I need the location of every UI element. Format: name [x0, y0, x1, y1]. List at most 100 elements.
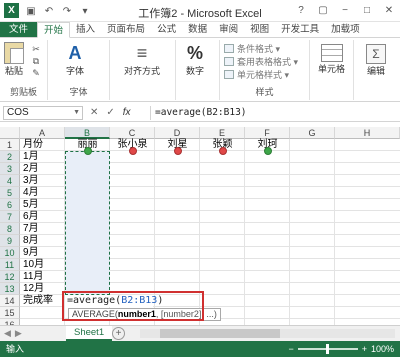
tab-insert[interactable]: 插入 [70, 22, 101, 37]
cell-a4[interactable]: 3月 [21, 175, 39, 187]
zoom-slider[interactable] [297, 344, 358, 354]
number-group: % 数字 [176, 40, 220, 100]
formula-input[interactable]: =average(B2:B13) [150, 106, 397, 120]
alignment-button[interactable]: ≡ 对齐方式 [124, 42, 160, 77]
cell-a2[interactable]: 1月 [21, 151, 39, 163]
styles-group-label: 样式 [255, 87, 274, 97]
row-header-13[interactable]: 13 [0, 283, 20, 295]
row-header-9[interactable]: 9 [0, 235, 20, 247]
selected-range-b2-b13[interactable] [65, 151, 110, 295]
percent-icon: % [187, 43, 204, 63]
editing-label: 编辑 [366, 66, 385, 76]
tab-page-layout[interactable]: 页面布局 [101, 22, 151, 37]
cell-a12[interactable]: 11月 [21, 271, 43, 283]
row-header-3[interactable]: 3 [0, 163, 20, 175]
cells-button[interactable]: 单元格 [318, 44, 345, 75]
minimize-button[interactable]: − [334, 0, 356, 20]
horizontal-scrollbar[interactable] [140, 329, 395, 338]
row-header-5[interactable]: 5 [0, 187, 20, 199]
cell-a9[interactable]: 8月 [21, 235, 39, 247]
paste-button[interactable]: 粘贴 [4, 42, 24, 77]
tab-view[interactable]: 视图 [244, 22, 275, 37]
cell-a8[interactable]: 7月 [21, 223, 39, 235]
cell-a1[interactable]: 月份 [21, 139, 64, 151]
tab-developer[interactable]: 开发工具 [275, 22, 325, 37]
previous-sheet-icon[interactable]: ◀ [4, 328, 11, 339]
tab-addins[interactable]: 加载项 [325, 22, 366, 37]
column-header-b[interactable]: B [65, 127, 110, 139]
cell-a6[interactable]: 5月 [21, 199, 39, 211]
copy-icon[interactable]: ⧉ [30, 56, 42, 66]
name-box[interactable]: COS ▼ [3, 106, 83, 120]
select-all-corner[interactable] [0, 127, 20, 139]
row-header-12[interactable]: 12 [0, 271, 20, 283]
status-bar: 输入 − + 100% [0, 341, 400, 357]
cell-a11[interactable]: 10月 [21, 259, 44, 271]
cell-a3[interactable]: 2月 [21, 163, 39, 175]
maximize-button[interactable]: □ [356, 0, 378, 20]
row-header-15[interactable]: 15 [0, 307, 20, 319]
enter-icon[interactable]: ✓ [106, 106, 114, 120]
row-header-14[interactable]: 14 [0, 295, 20, 307]
conditional-formatting-button[interactable]: 条件格式 ▾ [224, 42, 280, 55]
column-header-h[interactable]: H [335, 127, 400, 139]
tab-file[interactable]: 文件 [0, 22, 38, 37]
paste-label: 粘贴 [4, 66, 23, 76]
new-sheet-button[interactable]: + [112, 327, 125, 340]
title-bar: X ▣ ↶ ↷ ▾ 工作簿2 - Microsoft Excel ? ▢ − □… [0, 0, 400, 22]
zoom-out-icon[interactable]: − [288, 341, 293, 357]
column-header-d[interactable]: D [155, 127, 200, 139]
font-group: A 字体 字体 [48, 40, 110, 100]
column-header-a[interactable]: A [20, 127, 65, 139]
column-header-c[interactable]: C [110, 127, 155, 139]
row-header-2[interactable]: 2 [0, 151, 20, 163]
row-header-10[interactable]: 10 [0, 247, 20, 259]
close-button[interactable]: ✕ [378, 0, 400, 20]
column-header-f[interactable]: F [245, 127, 290, 139]
cell-a13[interactable]: 12月 [21, 283, 44, 295]
zoom-slider-knob[interactable] [325, 344, 329, 354]
gridline [334, 139, 335, 331]
help-button[interactable]: ? [290, 0, 312, 20]
row-header-1[interactable]: 1 [0, 139, 20, 151]
cell-a5[interactable]: 4月 [21, 187, 39, 199]
column-header-e[interactable]: E [200, 127, 245, 139]
tab-data[interactable]: 数据 [182, 22, 213, 37]
row-header-8[interactable]: 8 [0, 223, 20, 235]
alignment-group: ≡ 对齐方式 [110, 40, 176, 100]
insert-function-icon[interactable]: fx [123, 106, 131, 120]
column-header-g[interactable]: G [290, 127, 335, 139]
clipboard-group-label: 剪贴板 [9, 87, 37, 97]
row-header-7[interactable]: 7 [0, 211, 20, 223]
cancel-icon[interactable]: ✕ [90, 106, 98, 120]
tab-formulas[interactable]: 公式 [151, 22, 182, 37]
zoom-level[interactable]: 100% [371, 341, 394, 357]
row-header-11[interactable]: 11 [0, 259, 20, 271]
cell-styles-button[interactable]: 单元格样式 ▾ [224, 68, 289, 81]
next-sheet-icon[interactable]: ▶ [15, 328, 22, 339]
scrollbar-thumb[interactable] [160, 329, 280, 338]
format-painter-icon[interactable]: ✎ [30, 68, 42, 78]
name-box-dropdown-icon[interactable]: ▼ [73, 107, 80, 119]
align-icon: ≡ [136, 43, 148, 63]
format-as-table-button[interactable]: 套用表格格式 ▾ [224, 55, 298, 68]
number-button[interactable]: % 数字 [186, 42, 204, 77]
gridline [244, 139, 245, 331]
ribbon-display-button[interactable]: ▢ [312, 0, 334, 20]
cell-a7[interactable]: 6月 [21, 211, 39, 223]
row-header-6[interactable]: 6 [0, 199, 20, 211]
sheet-tab-bar: ◀ ▶ Sheet1 + [0, 325, 400, 341]
tab-review[interactable]: 审阅 [213, 22, 244, 37]
cell-a10[interactable]: 9月 [21, 247, 39, 259]
sheet-tab-sheet1[interactable]: Sheet1 [66, 326, 113, 341]
editing-button[interactable]: Σ 编辑 [366, 44, 386, 77]
status-indicator-red-icon [129, 147, 137, 155]
row-header-4[interactable]: 4 [0, 175, 20, 187]
font-button[interactable]: A 字体 [66, 42, 84, 77]
editing-group: Σ 编辑 [354, 40, 400, 100]
cut-icon[interactable]: ✂ [30, 44, 42, 54]
cell-a14[interactable]: 完成率 [21, 295, 53, 307]
tab-home[interactable]: 开始 [37, 22, 71, 38]
zoom-in-icon[interactable]: + [362, 341, 367, 357]
format-as-table-label: 套用表格格式 ▾ [237, 57, 299, 67]
